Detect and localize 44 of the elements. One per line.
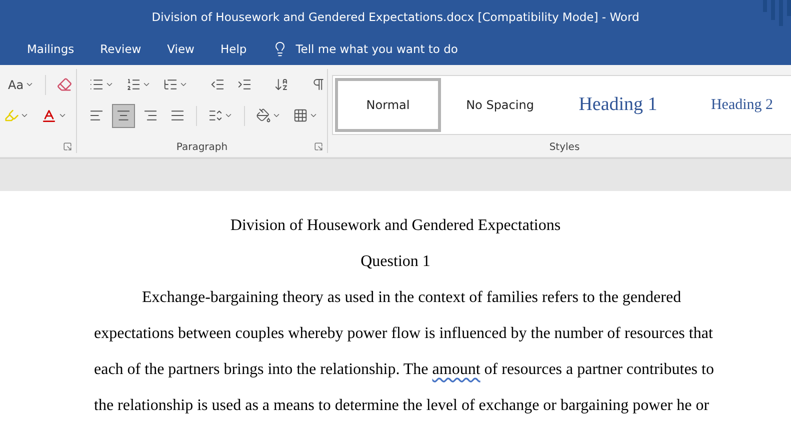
increase-indent-icon [237, 77, 252, 92]
change-case-button[interactable]: Aa [4, 72, 38, 96]
dialog-launcher-icon[interactable] [314, 142, 323, 151]
shading-icon [256, 108, 271, 123]
group-label: Styles [549, 142, 580, 153]
document-title: Division of Housework and Gendered Expectations [230, 216, 561, 236]
caret-icon [179, 80, 188, 89]
caret-icon [20, 111, 29, 120]
line-spacing-icon [208, 108, 223, 123]
body-text-line: each of the partners brings into the relationship. The amount of resources a partner contributes to [94, 360, 714, 380]
style-option[interactable]: Normal [335, 78, 441, 132]
body-text-line: the relationship is used as a means to determine the level of exchange or bargaining power he or [94, 396, 710, 416]
caret-icon [142, 80, 151, 89]
caret-icon [24, 80, 34, 89]
menu-tab[interactable]: View [154, 42, 208, 56]
caret-icon [272, 111, 281, 120]
caret-icon [105, 80, 114, 89]
borders-icon [293, 108, 308, 123]
font-color-icon [41, 108, 57, 124]
eraser-icon [56, 77, 72, 92]
menu-tab[interactable]: Mailings [14, 42, 88, 56]
dialog-launcher-icon[interactable] [63, 142, 72, 151]
menu-tab[interactable]: Help [207, 42, 260, 56]
caret-icon [58, 111, 67, 120]
align-right-icon [143, 108, 158, 123]
numbering-icon [126, 77, 141, 92]
caret-icon [224, 111, 233, 120]
align-left-icon [89, 108, 104, 123]
align-center-icon [116, 108, 131, 123]
window-title: Division of Housework and Gendered Expectations.docx [Compatibility Mode] - Word [152, 10, 640, 24]
caret-icon [309, 111, 318, 120]
menu-tab[interactable]: Review [87, 42, 154, 56]
sort-icon [274, 77, 289, 92]
body-text-line: Exchange-bargaining theory as used in the context of families refers to the gendered [141, 288, 682, 308]
highlighter-icon [4, 108, 19, 123]
pilcrow-icon [311, 77, 326, 92]
justify-icon [170, 108, 185, 123]
body-text-line: expectations between couples whereby power flow is influenced by the number of resources that [94, 324, 713, 344]
decrease-indent-icon [210, 77, 225, 92]
align-center-button[interactable] [112, 104, 135, 128]
document-subtitle: Question 1 [360, 252, 430, 272]
tell-me-field[interactable]: Tell me what you want to do [296, 42, 458, 56]
multilevel-list-icon [163, 77, 178, 92]
group-label: Paragraph [176, 142, 228, 153]
